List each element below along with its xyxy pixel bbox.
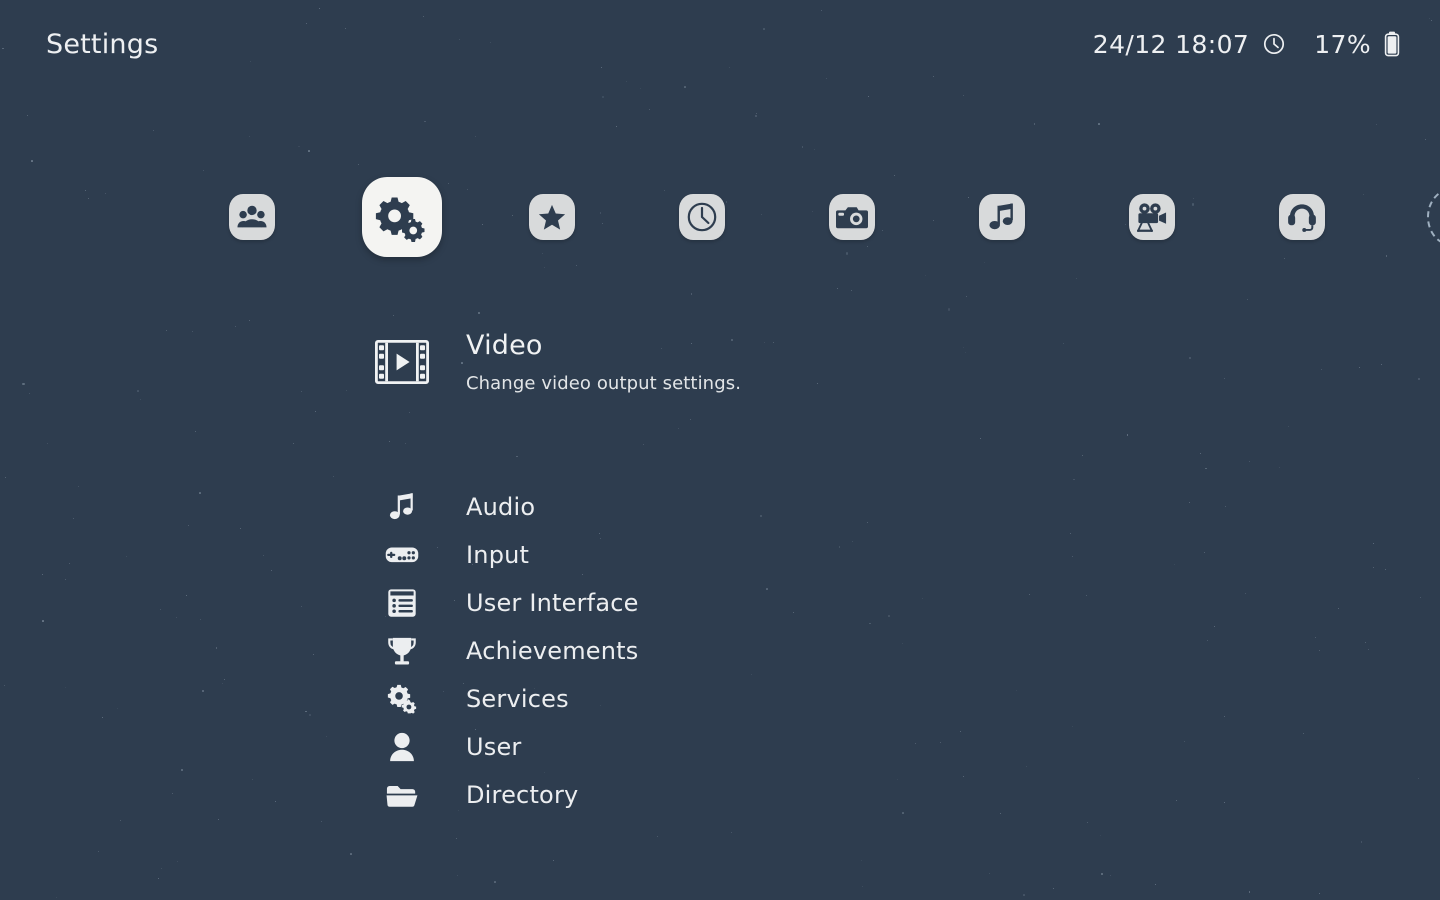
- star-icon: [529, 194, 575, 240]
- status-indicators: 24/12 18:07 17%: [1093, 30, 1400, 59]
- carousel-item-settings[interactable]: [353, 168, 451, 266]
- battery-icon: [1384, 31, 1400, 57]
- battery-percent: 17%: [1314, 29, 1371, 59]
- carousel-item-audio-devices[interactable]: [1253, 168, 1351, 266]
- menu-item-user[interactable]: User: [374, 723, 639, 771]
- menu-item-input[interactable]: Input: [374, 531, 639, 579]
- gamepad-icon: [374, 538, 430, 572]
- list-view-icon: [374, 586, 430, 620]
- menu-item-label: Directory: [466, 781, 579, 809]
- settings-content: Video Change video output settings. Audi…: [0, 0, 1440, 900]
- menu-item-achievements[interactable]: Achievements: [374, 627, 639, 675]
- menu-item-label: Achievements: [466, 637, 639, 665]
- trophy-icon: [374, 634, 430, 668]
- clock-icon: [1262, 32, 1286, 56]
- feature-item-video[interactable]: Video Change video output settings.: [374, 330, 741, 394]
- menu-item-label: User: [466, 733, 522, 761]
- feature-title: Video: [466, 330, 543, 361]
- menu-item-audio[interactable]: Audio: [374, 483, 639, 531]
- carousel-item-music[interactable]: [953, 168, 1051, 266]
- person-icon: [374, 730, 430, 764]
- settings-menu[interactable]: Audio Input User Interface Achievements …: [374, 483, 639, 819]
- app-carousel[interactable]: [0, 168, 1440, 266]
- folder-open-icon: [374, 778, 430, 812]
- music-note-icon: [374, 490, 430, 524]
- menu-item-label: Audio: [466, 493, 536, 521]
- carousel-item-more[interactable]: [1403, 168, 1440, 266]
- gears-icon: [374, 682, 430, 716]
- movie-camera-icon: [1129, 194, 1175, 240]
- menu-item-directory[interactable]: Directory: [374, 771, 639, 819]
- menu-item-label: Input: [466, 541, 530, 569]
- clock-icon: [679, 194, 725, 240]
- people-group-icon: [229, 194, 275, 240]
- carousel-item-recents[interactable]: [653, 168, 751, 266]
- dashed-circle-icon: [1427, 188, 1440, 246]
- feature-subtitle: Change video output settings.: [466, 373, 742, 394]
- page-title: Settings: [46, 28, 159, 60]
- carousel-item-favorites[interactable]: [503, 168, 601, 266]
- status-datetime: 24/12 18:07: [1092, 29, 1250, 59]
- status-bar: Settings 24/12 18:07 17%: [0, 0, 1440, 88]
- camera-icon: [829, 194, 875, 240]
- film-play-icon: [374, 334, 430, 390]
- menu-item-label: Services: [466, 685, 569, 713]
- carousel-item-videos[interactable]: [1103, 168, 1201, 266]
- menu-item-services[interactable]: Services: [374, 675, 639, 723]
- headset-icon: [1279, 194, 1325, 240]
- music-note-icon: [979, 194, 1025, 240]
- carousel-item-screenshots[interactable]: [803, 168, 901, 266]
- carousel-item-collections[interactable]: [203, 168, 301, 266]
- menu-item-label: User Interface: [466, 589, 639, 617]
- gears-icon: [362, 177, 442, 257]
- menu-item-user-interface[interactable]: User Interface: [374, 579, 639, 627]
